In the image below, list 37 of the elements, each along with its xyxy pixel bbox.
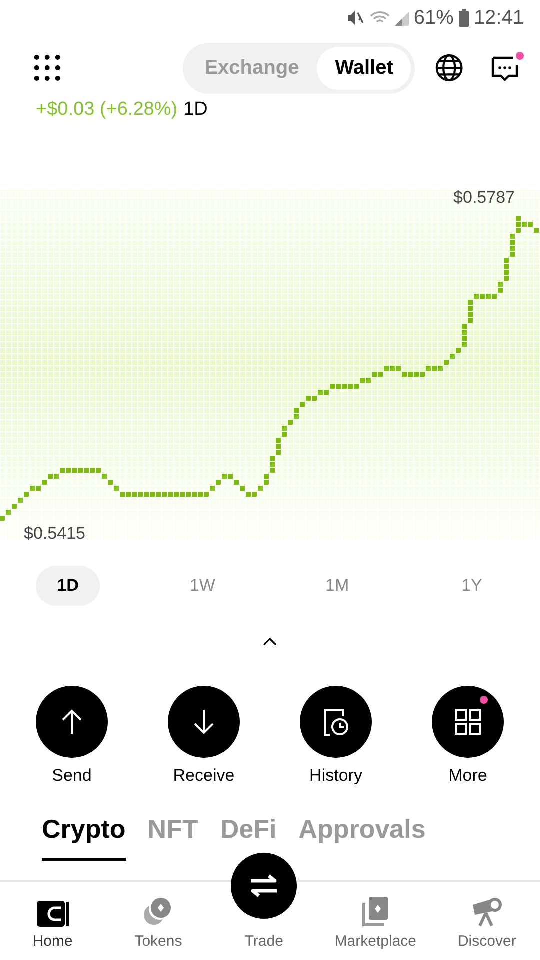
action-label: History <box>310 766 362 786</box>
change-period: 1D <box>184 100 208 120</box>
notification-dot <box>480 696 488 704</box>
globe-icon[interactable] <box>435 53 464 83</box>
coins-icon <box>143 897 174 927</box>
period-tab[interactable]: 1Y <box>440 566 504 606</box>
price-change: +$0.03 (+6.28%) <box>36 100 178 120</box>
period-tab[interactable]: 1D <box>36 566 100 606</box>
mute-icon <box>346 10 365 26</box>
nav-item[interactable]: Marketplace <box>334 892 416 950</box>
nav-item[interactable]: Discover <box>452 892 522 950</box>
low-price: $0.5415 <box>24 524 86 543</box>
nav-item[interactable]: Tokens <box>123 892 194 950</box>
nav-item[interactable]: Trade <box>229 848 300 950</box>
wallet-icon <box>36 901 69 927</box>
action-label: Receive <box>173 766 235 786</box>
arrow-up-icon <box>60 709 84 735</box>
telescope-icon <box>471 897 504 927</box>
mode-tab[interactable]: Wallet <box>317 46 412 90</box>
high-price: $0.5787 <box>454 188 515 207</box>
caret-icon[interactable] <box>263 638 277 646</box>
cards-icon <box>362 897 390 927</box>
period-tab[interactable]: 1W <box>170 566 235 606</box>
history-icon <box>322 708 350 736</box>
battery-percent: 61% <box>414 6 454 30</box>
clock: 12:41 <box>474 6 524 30</box>
grid-icon <box>454 708 482 736</box>
period-tab[interactable]: 1M <box>305 566 370 606</box>
swap-icon <box>249 874 280 898</box>
arrow-down-icon <box>192 709 216 735</box>
action-label: More <box>448 766 488 786</box>
action-label: Send <box>52 766 92 786</box>
asset-tab[interactable]: Crypto <box>42 814 126 861</box>
signal-icon <box>394 10 409 26</box>
battery-icon <box>458 9 469 27</box>
nav-item[interactable]: Home <box>18 892 88 950</box>
apps-grid-icon[interactable] <box>34 54 61 82</box>
